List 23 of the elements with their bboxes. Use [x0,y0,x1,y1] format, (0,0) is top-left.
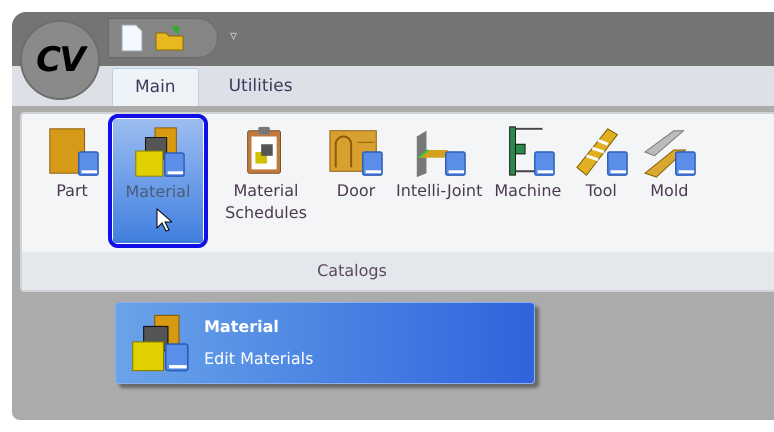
ribbon-tab[interactable]: Main [112,68,199,106]
ribbon-button-label: Part [56,180,88,202]
ribbon-button-label: Intelli-Joint [396,180,482,202]
mouse-cursor-icon [156,208,172,232]
ribbon-button-label: Material [126,181,190,203]
ribbon-button-label: Tool [586,180,617,202]
tooltip-title: Material [204,316,280,338]
ribbon-button-label: Mold [650,180,688,202]
group-label: Catalogs [317,260,387,282]
ribbon-button-label: Door [336,180,376,202]
ribbon-button[interactable]: Tool [569,118,634,242]
ribbon-button[interactable]: Mold [637,118,702,242]
ribbon-tab[interactable]: Utilities [206,68,315,106]
ribbon-button[interactable]: Door [324,118,388,242]
ribbon-button[interactable]: Material Schedules [212,118,320,242]
ribbon-button[interactable]: Intelli-Joint [392,118,486,242]
open-folder-icon[interactable] [155,25,185,51]
tooltip-description: Edit Materials [204,348,314,370]
ribbon-button[interactable]: Machine [490,118,566,242]
new-document-icon[interactable] [121,24,143,52]
ribbon-button[interactable]: Part [40,118,104,242]
ribbon-button-label: Machine [494,180,562,202]
ribbon-button-label: Material Schedules [224,180,308,224]
